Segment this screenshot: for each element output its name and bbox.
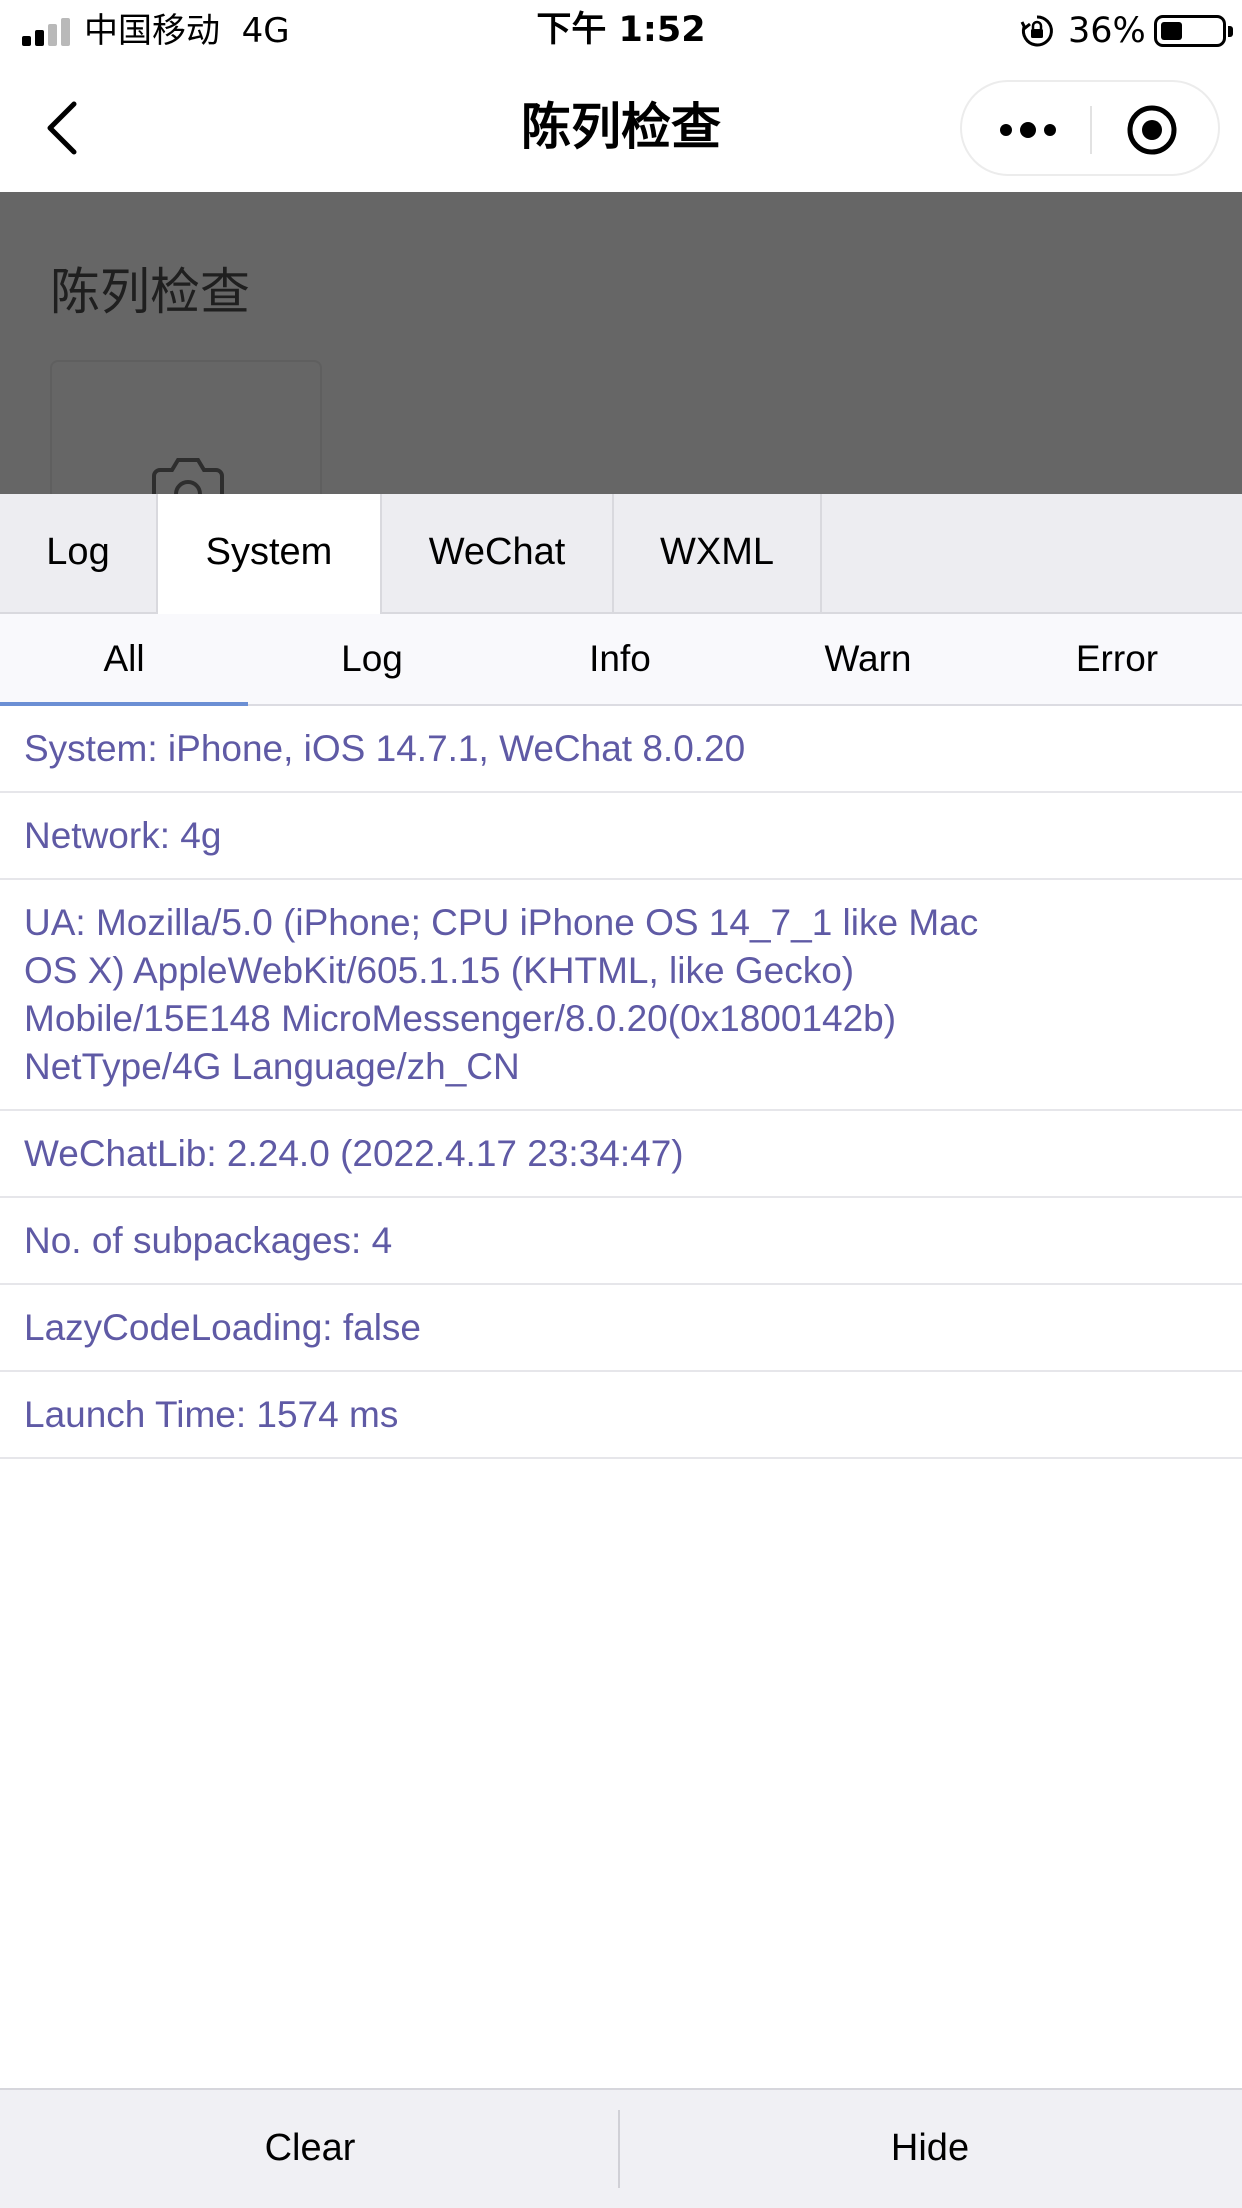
log-item-subpackages: No. of subpackages: 4 <box>0 1198 1242 1285</box>
log-item-wechatlib: WeChatLib: 2.24.0 (2022.4.17 23:34:47) <box>0 1111 1242 1198</box>
page-overlay[interactable]: 陈列检查 <box>0 192 1242 494</box>
console-toolbar: Clear Hide <box>0 2088 1242 2208</box>
clock: 下午 1:52 <box>536 10 706 50</box>
status-bar: 中国移动 4G 下午 1:52 36% <box>0 0 1242 62</box>
filter-warn[interactable]: Warn <box>744 614 992 706</box>
log-item-user-agent: UA: Mozilla/5.0 (iPhone; CPU iPhone OS 1… <box>0 880 1242 1111</box>
log-line: Mobile/15E148 MicroMessenger/8.0.20(0x18… <box>24 998 897 1039</box>
console-tabbar: Log System WeChat WXML <box>0 494 1242 616</box>
tab-log[interactable]: Log <box>0 494 158 614</box>
log-line: Network: 4g <box>24 815 222 856</box>
battery-level-fill <box>1161 22 1182 40</box>
rotation-lock-icon <box>1020 15 1053 47</box>
tab-wechat[interactable]: WeChat <box>382 494 614 614</box>
close-miniprogram-icon[interactable] <box>1126 104 1178 156</box>
nav-bar: 陈列检查 <box>0 62 1242 192</box>
page-heading: 陈列检查 <box>50 263 250 321</box>
miniprogram-capsule <box>960 80 1220 176</box>
battery-icon <box>1154 15 1233 47</box>
more-options-icon[interactable] <box>998 112 1058 148</box>
log-line: OS X) AppleWebKit/605.1.15 (KHTML, like … <box>24 950 855 991</box>
log-line: UA: Mozilla/5.0 (iPhone; CPU iPhone OS 1… <box>24 902 979 943</box>
log-item-launch-time: Launch Time: 1574 ms <box>0 1372 1242 1459</box>
log-item-network: Network: 4g <box>0 793 1242 880</box>
tab-wxml[interactable]: WXML <box>614 494 822 614</box>
log-line: System: iPhone, iOS 14.7.1, WeChat 8.0.2… <box>24 728 746 769</box>
log-level-filters: All Log Info Warn Error <box>0 614 1242 706</box>
clear-button[interactable]: Clear <box>0 2090 620 2208</box>
log-line: LazyCodeLoading: false <box>24 1307 422 1348</box>
log-line: Launch Time: 1574 ms <box>24 1394 399 1435</box>
log-list: System: iPhone, iOS 14.7.1, WeChat 8.0.2… <box>0 706 1242 1459</box>
photo-upload-box[interactable] <box>50 360 322 494</box>
camera-icon <box>152 458 224 494</box>
filter-info[interactable]: Info <box>496 614 744 706</box>
hide-button[interactable]: Hide <box>620 2090 1240 2208</box>
filter-error[interactable]: Error <box>992 614 1242 706</box>
debug-console-panel: Log System WeChat WXML All Log Info Warn… <box>0 494 1242 2208</box>
tab-system[interactable]: System <box>158 494 382 616</box>
log-item-system: System: iPhone, iOS 14.7.1, WeChat 8.0.2… <box>0 706 1242 793</box>
log-line: NetType/4G Language/zh_CN <box>24 1046 520 1087</box>
log-item-lazy-code-loading: LazyCodeLoading: false <box>0 1285 1242 1372</box>
log-line: No. of subpackages: 4 <box>24 1220 393 1261</box>
log-line: WeChatLib: 2.24.0 (2022.4.17 23:34:47) <box>24 1133 684 1174</box>
capsule-divider <box>1090 106 1092 154</box>
filter-all[interactable]: All <box>0 614 248 706</box>
filter-log[interactable]: Log <box>248 614 496 706</box>
battery-percent: 36% <box>1068 11 1146 51</box>
